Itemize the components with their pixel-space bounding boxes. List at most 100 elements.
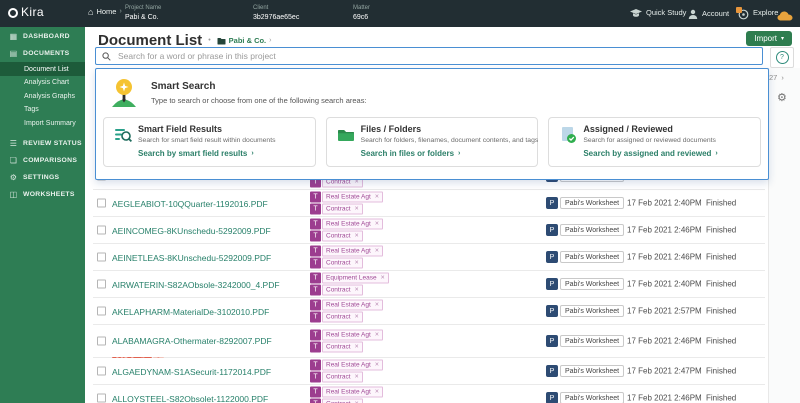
project-name-label: Project Name — [125, 5, 161, 12]
document-name-link[interactable]: ALGAEDYNAM-S1ASecurit-1172014.PDF — [112, 367, 271, 377]
tag-remove-icon[interactable]: × — [375, 362, 379, 369]
worksheet-badge[interactable]: PPabi's Worksheet — [546, 305, 624, 317]
document-name-link[interactable]: AEINETLEAS-8KUnschedu-5292009.PDF — [112, 253, 271, 263]
sidebar-item-dashboard[interactable]: ▦ DASHBOARD — [0, 28, 85, 45]
worksheet-badge[interactable]: PPabi's Worksheet — [546, 335, 624, 347]
document-name-link[interactable]: AIRWATERIN-S82AObsole-3242000_4.PDF — [112, 280, 280, 290]
assigned-reviewed-card[interactable]: Assigned / Reviewed Search for assigned … — [548, 117, 761, 167]
search-input[interactable] — [116, 50, 756, 62]
tag-remove-icon[interactable]: × — [355, 233, 359, 240]
tag-remove-icon[interactable]: × — [375, 194, 379, 201]
worksheet-badge[interactable]: PPabi's Worksheet — [546, 251, 624, 263]
tag-label: Contract — [326, 260, 351, 267]
page-indicator[interactable]: 27 › — [769, 73, 784, 82]
tag-pill[interactable]: TContract× — [310, 399, 383, 403]
document-name-cell: AEINETLEAS-8KUnschedu-5292009.PDF — [112, 248, 307, 266]
account-button[interactable]: Account — [688, 9, 729, 19]
tag-icon: T — [310, 273, 321, 284]
files-folders-card[interactable]: Files / Folders Search for folders, file… — [326, 117, 539, 167]
sidebar-item-worksheets[interactable]: ◫ WORKSHEETS — [0, 186, 85, 203]
worksheet-badge[interactable]: PPabi's Worksheet — [546, 197, 624, 209]
sidebar-item-review-status[interactable]: ☰ REVIEW STATUS — [0, 135, 85, 152]
tag-pill[interactable]: TContract× — [310, 342, 383, 353]
table-settings-button[interactable]: ⚙ — [777, 91, 787, 104]
tag-pill[interactable]: TReal Estate Agt× — [310, 192, 383, 203]
smart-field-results-card[interactable]: Smart Field Results Search for smart fie… — [103, 117, 316, 167]
search-bar[interactable] — [95, 47, 763, 65]
document-name-link[interactable]: ALABAMAGRA-Othermater-8292007.PDF — [112, 336, 272, 346]
row-checkbox[interactable] — [97, 367, 106, 376]
document-name-link[interactable]: AKELAPHARM-MaterialDe-3102010.PDF — [112, 307, 269, 317]
breadcrumb[interactable]: Pabi & Co. › — [217, 36, 272, 45]
worksheet-badge[interactable]: PPabi's Worksheet — [546, 224, 624, 236]
tag-remove-icon[interactable]: × — [381, 275, 385, 282]
document-name-link[interactable]: AEINCOMEG-8KUnschedu-5292009.PDF — [112, 226, 271, 236]
tag-pill[interactable]: TEquipment Lease× — [310, 273, 389, 284]
sidebar-item-document-list[interactable]: Document List — [0, 62, 85, 76]
tag-remove-icon[interactable]: × — [355, 206, 359, 213]
row-checkbox[interactable] — [97, 307, 106, 316]
worksheet-label: Pabi's Worksheet — [560, 197, 624, 209]
row-date: 17 Feb 2021 2:46PM — [627, 337, 702, 346]
tag-label: Real Estate Agt — [326, 221, 371, 228]
worksheet-badge[interactable]: PPabi's Worksheet — [546, 365, 624, 377]
row-checkbox[interactable] — [97, 199, 106, 208]
tag-remove-icon[interactable]: × — [375, 221, 379, 228]
tag-list: TReal Estate Agt×TContract× — [310, 219, 383, 242]
search-by-assigned-link[interactable]: Search by assigned and reviewed › — [583, 149, 717, 158]
sidebar-item-documents[interactable]: ▤ DOCUMENTS — [0, 45, 85, 62]
document-name-link[interactable]: ALLOYSTEEL-S82Obsolet-1122000.PDF — [112, 394, 268, 403]
search-by-smart-field-link[interactable]: Search by smart field results › — [138, 149, 254, 158]
tag-pill[interactable]: TContract× — [310, 258, 383, 269]
worksheet-label: Pabi's Worksheet — [560, 251, 624, 263]
settings-gear-icon: ⚙ — [9, 173, 18, 182]
tag-remove-icon[interactable]: × — [375, 389, 379, 396]
tag-remove-icon[interactable]: × — [355, 314, 359, 321]
card-title: Files / Folders — [361, 124, 422, 134]
sidebar-item-import-summary[interactable]: Import Summary — [0, 117, 85, 131]
sidebar-item-label: Tags — [24, 106, 39, 113]
tag-remove-icon[interactable]: × — [355, 260, 359, 267]
worksheet-badge[interactable]: PPabi's Worksheet — [546, 392, 624, 403]
sidebar-item-label: DASHBOARD — [23, 33, 70, 40]
explore-button[interactable]: Explore — [736, 7, 778, 20]
matter-value: 69c6 — [353, 14, 370, 22]
kira-logo[interactable]: Kira — [8, 6, 44, 20]
row-checkbox[interactable] — [97, 337, 106, 346]
tag-list: TReal Estate Agt×TContract× — [310, 330, 383, 353]
tag-remove-icon[interactable]: × — [375, 332, 379, 339]
sidebar-item-analysis-chart[interactable]: Analysis Chart — [0, 76, 85, 90]
tag-pill[interactable]: TContract× — [310, 231, 383, 242]
row-checkbox[interactable] — [97, 253, 106, 262]
tag-remove-icon[interactable]: × — [375, 248, 379, 255]
cloud-sync-button[interactable] — [777, 8, 793, 26]
tag-remove-icon[interactable]: × — [355, 287, 359, 294]
tag-remove-icon[interactable]: × — [355, 344, 359, 351]
tag-pill[interactable]: TContract× — [310, 372, 383, 383]
row-checkbox[interactable] — [97, 226, 106, 235]
row-checkbox[interactable] — [97, 280, 106, 289]
sidebar-item-comparisons[interactable]: ❏ COMPARISONS — [0, 152, 85, 169]
tag-pill[interactable]: TContract× — [310, 285, 389, 296]
tag-remove-icon[interactable]: × — [355, 374, 359, 381]
search-in-files-link[interactable]: Search in files or folders › — [361, 149, 461, 158]
tag-pill[interactable]: TReal Estate Agt× — [310, 360, 383, 371]
sidebar-item-tags[interactable]: Tags — [0, 103, 85, 117]
tag-remove-icon[interactable]: × — [375, 302, 379, 309]
tag-pill[interactable]: TReal Estate Agt× — [310, 300, 383, 311]
tag-pill[interactable]: TContract× — [310, 204, 383, 215]
document-name-link[interactable]: AEGLEABIOT-10QQuarter-1192016.PDF — [112, 199, 268, 209]
sidebar-item-analysis-graphs[interactable]: Analysis Graphs — [0, 90, 85, 104]
tag-pill[interactable]: TReal Estate Agt× — [310, 387, 383, 398]
tag-pill[interactable]: TReal Estate Agt× — [310, 219, 383, 230]
tag-pill[interactable]: TContract× — [310, 312, 383, 323]
home-link[interactable]: ⌂ Home › — [88, 8, 122, 17]
quick-study-button[interactable]: Quick Study — [630, 9, 686, 18]
help-button[interactable]: ? — [770, 47, 794, 68]
sidebar-item-settings[interactable]: ⚙ SETTINGS — [0, 169, 85, 186]
worksheet-badge[interactable]: PPabi's Worksheet — [546, 278, 624, 290]
row-checkbox[interactable] — [97, 394, 106, 403]
import-button[interactable]: Import ▾ — [746, 31, 792, 46]
tag-pill[interactable]: TReal Estate Agt× — [310, 246, 383, 257]
tag-pill[interactable]: TReal Estate Agt× — [310, 330, 383, 341]
